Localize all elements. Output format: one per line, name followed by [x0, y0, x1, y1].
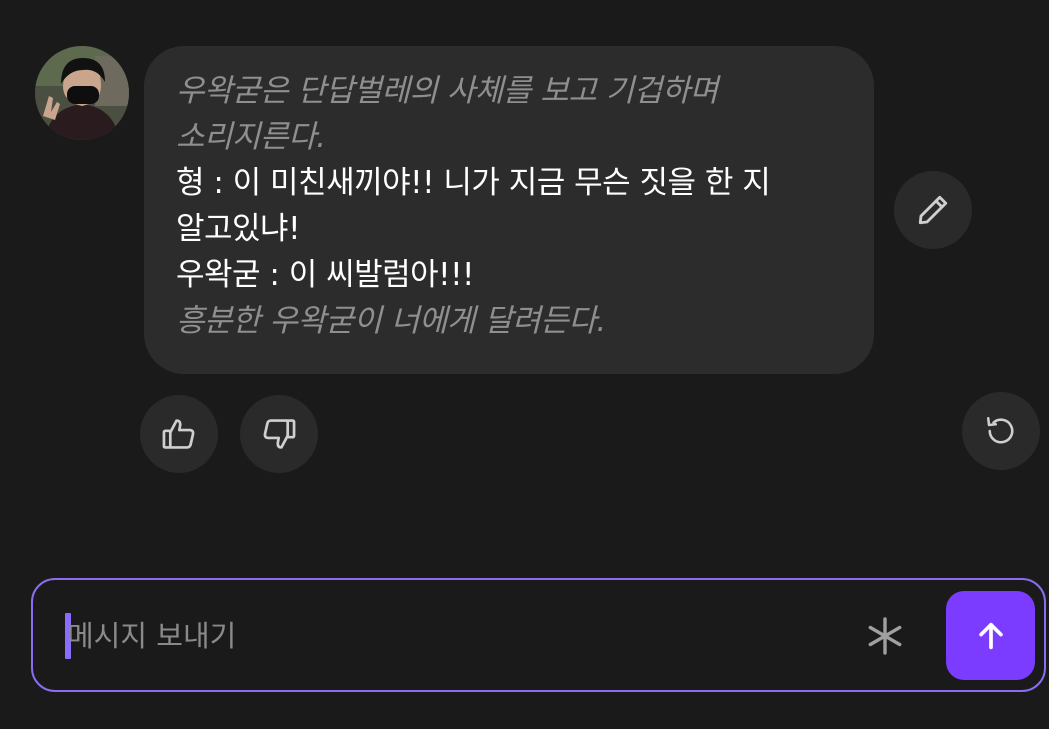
avatar-photo — [35, 46, 129, 140]
refresh-icon — [986, 416, 1014, 444]
dialogue-line: 우왁굳 : 이 씨발럼아!!! — [176, 257, 474, 293]
narration-line: 흥분한 우왁굳이 너에게 달려든다. — [176, 303, 606, 339]
send-button[interactable] — [946, 591, 1035, 680]
regenerate-button[interactable] — [962, 392, 1040, 470]
dialogue-line: 형 : 이 미친새끼야!! 니가 지금 무슨 짓을 한 지 — [176, 165, 771, 201]
narration-line: 소리지른다. — [176, 119, 326, 155]
edit-button[interactable] — [894, 171, 972, 249]
chat-screen: 우왁굳은 단답벌레의 사체를 보고 기겁하며 소리지른다. 형 : 이 미친새끼… — [0, 0, 1049, 729]
options-button[interactable] — [865, 616, 905, 656]
asterisk-icon — [868, 617, 902, 655]
dislike-button[interactable] — [240, 395, 318, 473]
message-input[interactable]: 메시지 보내기 — [67, 615, 236, 657]
dialogue-line: 알고있냐! — [176, 211, 301, 247]
message-composer[interactable]: 메시지 보내기 — [31, 578, 1046, 692]
thumbs-up-icon — [162, 419, 195, 449]
pencil-icon — [918, 195, 948, 225]
avatar[interactable] — [35, 46, 129, 140]
narration-line: 우왁굳은 단답벌레의 사체를 보고 기겁하며 — [176, 73, 718, 109]
message-bubble: 우왁굳은 단답벌레의 사체를 보고 기겁하며 소리지른다. 형 : 이 미친새끼… — [144, 46, 874, 374]
like-button[interactable] — [140, 395, 218, 473]
thumbs-down-icon — [263, 419, 296, 449]
arrow-up-icon — [978, 622, 1003, 649]
